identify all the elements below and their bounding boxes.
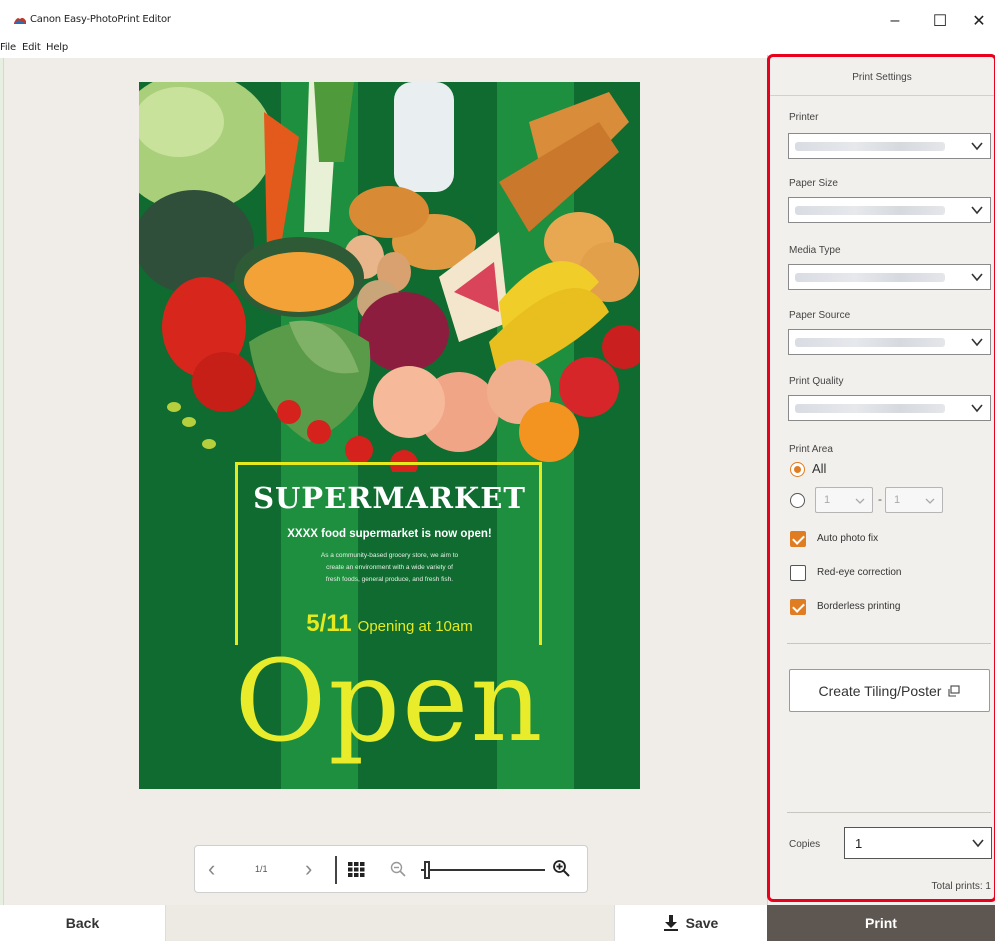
copies-select[interactable]: 1 [844,827,992,859]
minimize-button[interactable]: – [880,8,910,34]
panel-divider [787,812,991,813]
total-prints: Total prints: 1 [931,881,991,892]
chevron-down-icon [855,498,865,504]
poster-opening-time: Opening at 10am [357,618,473,635]
previous-page-button[interactable]: ‹ [208,858,215,880]
copies-value: 1 [855,836,863,851]
grid-icon[interactable] [348,862,365,877]
toolbar-divider [335,856,337,884]
poster-subtitle[interactable]: XXXX food supermarket is now open! [139,528,640,540]
red-eye-label[interactable]: Red-eye correction [817,567,901,578]
print-area-all-label[interactable]: All [812,461,826,476]
next-page-button[interactable]: › [305,858,312,880]
poster-body-line: fresh foods, general produce, and fresh … [325,576,454,583]
print-quality-label: Print Quality [789,376,844,387]
canvas-toolbar: ‹ 1/1 › [194,845,588,893]
printer-label: Printer [789,112,819,123]
red-eye-checkbox[interactable] [790,565,806,581]
poster-headline[interactable]: Open [139,642,640,762]
zoom-slider-track[interactable] [421,869,545,871]
printer-value [795,142,945,151]
poster-body-line: create an environment with a wide variet… [326,564,453,571]
save-button[interactable]: Save [614,905,767,941]
zoom-out-icon[interactable] [390,861,406,877]
auto-photo-fix-label[interactable]: Auto photo fix [817,533,878,544]
poster-date: 5/11 [306,610,352,637]
chevron-down-icon [972,839,984,848]
app-logo-icon [14,17,26,24]
borderless-label[interactable]: Borderless printing [817,601,900,612]
print-area-range-radio[interactable] [790,493,805,508]
poster-body-line: As a community-based grocery store, we a… [320,552,459,559]
left-panel-edge [0,58,4,905]
chevron-down-icon [971,206,983,215]
poster-title[interactable]: SUPERMARKET [139,481,640,515]
zoom-slider-thumb[interactable] [424,861,430,879]
paper-source-value [795,338,945,347]
range-from-select[interactable]: 1 [815,487,873,513]
external-window-icon [948,684,961,697]
menu-file[interactable]: File [0,42,16,53]
paper-source-select[interactable] [788,329,991,355]
media-type-label: Media Type [789,245,841,256]
download-icon [663,915,678,931]
range-to-value: 1 [894,494,901,506]
paper-size-label: Paper Size [789,178,838,189]
print-area-all-radio[interactable] [790,462,805,477]
chevron-down-icon [971,338,983,347]
range-from-value: 1 [824,494,831,506]
page-indicator: 1/1 [255,864,268,874]
maximize-button[interactable]: ☐ [925,8,955,34]
print-quality-value [795,404,945,413]
media-type-select[interactable] [788,264,991,290]
range-dash: - [878,492,882,506]
copies-label: Copies [789,839,821,850]
print-area-label: Print Area [789,444,833,455]
range-to-select[interactable]: 1 [885,487,943,513]
poster-preview[interactable]: SUPERMARKET XXXX food supermarket is now… [139,82,640,789]
poster-body[interactable]: As a community-based grocery store, we a… [139,550,640,586]
panel-title: Print Settings [768,55,995,96]
paper-source-label: Paper Source [789,310,851,321]
chevron-down-icon [971,404,983,413]
print-settings-panel: Print Settings Printer Paper Size Media … [767,55,995,905]
app-title: Canon Easy-PhotoPrint Editor [30,14,171,25]
print-quality-select[interactable] [788,395,991,421]
poster-date-line[interactable]: 5/11 Opening at 10am [139,610,640,638]
save-label: Save [685,915,719,931]
menu-edit[interactable]: Edit [22,42,41,53]
chevron-down-icon [971,142,983,151]
back-button[interactable]: Back [0,905,166,941]
print-button[interactable]: Print [767,905,995,941]
chevron-down-icon [925,498,935,504]
title-bar: Canon Easy-PhotoPrint Editor – ☐ ✕ [0,0,995,34]
paper-size-value [795,206,945,215]
media-type-value [795,273,945,282]
produce-illustration [139,82,640,472]
zoom-in-icon[interactable] [552,859,570,877]
menu-bar: File Edit Help [0,40,400,58]
borderless-checkbox[interactable] [790,599,806,615]
create-tiling-poster-button[interactable]: Create Tiling/Poster [789,669,990,712]
paper-size-select[interactable] [788,197,991,223]
printer-select[interactable] [788,133,991,159]
panel-divider [787,643,991,644]
tiling-button-label: Create Tiling/Poster [818,682,942,699]
close-button[interactable]: ✕ [964,8,994,34]
chevron-down-icon [971,273,983,282]
auto-photo-fix-checkbox[interactable] [790,531,806,547]
menu-help[interactable]: Help [46,42,68,53]
